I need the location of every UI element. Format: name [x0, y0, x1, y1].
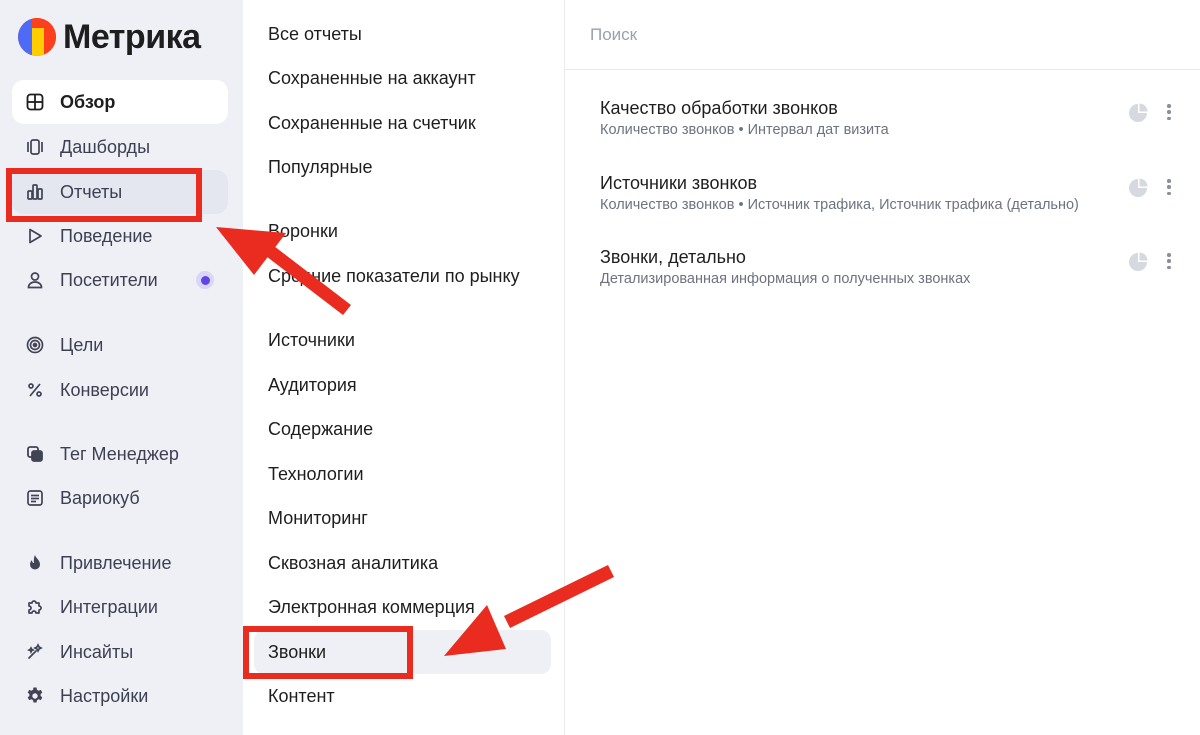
- report-description: Количество звонков • Источник трафика, И…: [600, 197, 1079, 213]
- sidebar-item-label: Интеграции: [60, 596, 158, 617]
- sidebar: Метрика Обзор Дашборды Отчеты Поведение …: [0, 0, 243, 735]
- pie-chart-icon[interactable]: [1128, 178, 1148, 198]
- more-options-icon[interactable]: [1162, 250, 1176, 272]
- sidebar-item-label: Дашборды: [60, 136, 150, 157]
- reports-menu-item[interactable]: Содержание: [268, 418, 373, 440]
- flame-icon: [24, 552, 46, 574]
- reports-menu-item[interactable]: Сквозная аналитика: [268, 552, 438, 574]
- report-title: Источники звонков: [600, 173, 758, 193]
- sidebar-item-label: Привлечение: [60, 552, 172, 573]
- sidebar-item-integrations[interactable]: Интеграции: [12, 585, 228, 629]
- reports-menu-item[interactable]: Контент: [268, 685, 335, 707]
- tag-manager-icon: [24, 443, 46, 465]
- sidebar-item-label: Вариокуб: [60, 487, 140, 508]
- report-card[interactable]: Качество обработки звонков Количество зв…: [600, 97, 1190, 157]
- grid-icon: [24, 91, 46, 113]
- percent-icon: [24, 379, 46, 401]
- reports-menu-item[interactable]: Воронки: [268, 220, 338, 242]
- report-title: Звонки, детально: [600, 247, 746, 267]
- sidebar-item-variocube[interactable]: Вариокуб: [12, 476, 228, 520]
- logo[interactable]: Метрика: [18, 17, 201, 57]
- reports-menu-item[interactable]: Популярные: [268, 156, 372, 178]
- reports-menu-item[interactable]: Сохраненные на счетчик: [268, 112, 476, 134]
- sidebar-item-label: Посетители: [60, 269, 158, 290]
- pie-chart-icon[interactable]: [1128, 252, 1148, 272]
- reports-menu-item[interactable]: Аудитория: [268, 374, 357, 396]
- sidebar-item-conversions[interactable]: Конверсии: [12, 368, 228, 412]
- report-description: Количество звонков • Интервал дат визита: [600, 122, 889, 138]
- sidebar-item-label: Инсайты: [60, 641, 134, 662]
- report-title: Качество обработки звонков: [600, 98, 838, 118]
- sidebar-item-tag-manager[interactable]: Тег Менеджер: [12, 432, 228, 476]
- logo-text: Метрика: [63, 18, 201, 56]
- dashboards-icon: [24, 136, 46, 158]
- sidebar-item-goals[interactable]: Цели: [12, 323, 228, 367]
- sidebar-item-insights[interactable]: Инсайты: [12, 630, 228, 674]
- new-indicator-dot: [196, 271, 214, 289]
- sidebar-item-label: Обзор: [60, 91, 116, 112]
- report-card[interactable]: Источники звонков Количество звонков • И…: [600, 172, 1190, 232]
- reports-menu-item-calls[interactable]: Звонки: [268, 641, 326, 663]
- sidebar-item-label: Цели: [60, 334, 104, 355]
- sidebar-item-behavior[interactable]: Поведение: [12, 214, 228, 258]
- metrika-logo-icon: [18, 18, 56, 56]
- variocube-icon: [24, 487, 46, 509]
- sparkle-icon: [24, 641, 46, 663]
- sidebar-item-dashboards[interactable]: Дашборды: [12, 125, 228, 169]
- search-input[interactable]: [565, 0, 1200, 70]
- sidebar-item-overview[interactable]: Обзор: [12, 80, 228, 124]
- sidebar-item-acquisition[interactable]: Привлечение: [12, 541, 228, 585]
- more-options-icon[interactable]: [1162, 176, 1176, 198]
- report-description: Детализированная информация о полученных…: [600, 271, 971, 287]
- report-card[interactable]: Звонки, детально Детализированная информ…: [600, 246, 1190, 306]
- target-icon: [24, 334, 46, 356]
- reports-menu-item[interactable]: Средние показатели по рынку: [268, 265, 520, 287]
- reports-menu-item[interactable]: Источники: [268, 329, 355, 351]
- report-list-panel: Качество обработки звонков Количество зв…: [565, 0, 1200, 735]
- sidebar-item-label: Поведение: [60, 225, 153, 246]
- puzzle-icon: [24, 596, 46, 618]
- play-icon: [24, 225, 46, 247]
- more-options-icon[interactable]: [1162, 101, 1176, 123]
- bar-chart-icon: [24, 181, 46, 203]
- user-icon: [24, 269, 46, 291]
- sidebar-item-label: Конверсии: [60, 379, 149, 400]
- reports-menu: Все отчеты Сохраненные на аккаунт Сохран…: [243, 0, 565, 735]
- reports-menu-item[interactable]: Сохраненные на аккаунт: [268, 67, 476, 89]
- sidebar-item-label: Настройки: [60, 685, 149, 706]
- sidebar-item-label: Отчеты: [60, 181, 123, 202]
- sidebar-item-settings[interactable]: Настройки: [12, 674, 228, 718]
- pie-chart-icon[interactable]: [1128, 103, 1148, 123]
- sidebar-item-reports[interactable]: Отчеты: [12, 170, 228, 214]
- sidebar-item-label: Тег Менеджер: [60, 443, 179, 464]
- reports-menu-item[interactable]: Все отчеты: [268, 23, 362, 45]
- reports-menu-item[interactable]: Электронная коммерция: [268, 596, 475, 618]
- reports-menu-item[interactable]: Мониторинг: [268, 507, 368, 529]
- reports-menu-item[interactable]: Технологии: [268, 463, 364, 485]
- gear-icon: [24, 685, 46, 707]
- sidebar-item-visitors[interactable]: Посетители: [12, 258, 228, 302]
